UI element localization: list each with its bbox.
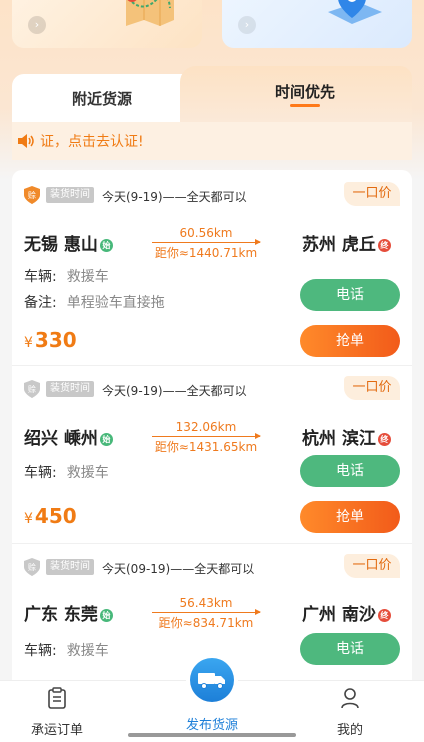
active-tab-indicator [290,104,320,107]
vehicle-row: 车辆: 救援车 [24,269,109,285]
load-time-tag: 装货时间 [46,187,94,203]
call-button[interactable]: 电话 [300,633,400,665]
price-type-tag: 一口价 [344,554,400,578]
home-indicator [128,733,296,737]
to-city: 杭州 滨江终 [302,424,391,449]
shield-icon: 赊 [24,558,40,576]
call-button[interactable]: 电话 [300,455,400,487]
price-type-tag: 一口价 [344,182,400,206]
tab-time-priority-label[interactable]: 时间优先 [275,81,335,102]
chevron-right-icon: › [28,16,46,34]
order-price: ¥450 [24,504,77,528]
svg-text:赊: 赊 [28,384,36,394]
nav-carrier-orders[interactable]: 承运订单 [7,687,107,738]
grab-order-button[interactable]: 抢单 [300,325,400,357]
end-marker: 终 [377,432,391,446]
tab-bar: 附近货源 时间优先 [12,66,412,122]
route-distance: 132.06km [175,420,237,434]
banner-map-route[interactable]: › [12,0,202,48]
order-list: 赊 装货时间 今天(9-19)——全天都可以 一口价 无锡 惠山始 60.56k… [12,170,412,680]
distance-to-you: 距你≈834.71km [158,616,254,630]
nav-publish-label[interactable]: 发布货源 [162,714,262,733]
chevron-right-icon: › [238,16,256,34]
order-card: 赊 装货时间 今天(9-19)——全天都可以 一口价 无锡 惠山始 60.56k… [12,170,412,366]
distance-to-you: 距你≈1440.71km [154,246,258,260]
from-city: 广东 东莞始 [24,600,113,625]
speaker-icon [18,134,34,148]
note-row: 备注: 单程验车直接拖 [24,295,165,311]
nav-carrier-orders-label: 承运订单 [30,723,83,738]
route-distance: 56.43km [179,596,233,610]
banner-location[interactable]: › [222,0,412,48]
start-marker: 始 [99,608,113,622]
vehicle-row: 车辆: 救援车 [24,465,109,481]
to-city: 广州 南沙终 [302,600,391,625]
shield-icon: 赊 [24,380,40,398]
call-button[interactable]: 电话 [300,279,400,311]
route-distance: 60.56km [179,226,233,240]
load-time-text: 今天(9-19)——全天都可以 [102,190,247,204]
notice-text: 证，点击去认证! [40,134,144,150]
start-marker: 始 [99,238,113,252]
order-price: ¥330 [24,328,77,352]
to-city: 苏州 虎丘终 [302,230,391,255]
map-route-icon [126,0,174,26]
start-marker: 始 [99,432,113,446]
route-arrow [152,609,261,615]
certification-notice[interactable]: 证，点击去认证! [12,122,412,160]
svg-text:赊: 赊 [28,190,36,200]
load-time-text: 今天(09-19)——全天都可以 [102,562,255,576]
distance-to-you: 距你≈1431.65km [154,440,258,454]
grab-order-button[interactable]: 抢单 [300,501,400,533]
end-marker: 终 [377,238,391,252]
svg-text:赊: 赊 [28,562,36,572]
tab-nearby-label[interactable]: 附近货源 [72,88,132,109]
route-arrow [152,239,261,245]
nav-mine-label: 我的 [336,723,363,738]
vehicle-row: 车辆: 救援车 [24,643,109,659]
nav-mine[interactable]: 我的 [300,687,400,738]
nav-publish-button[interactable] [186,654,238,706]
route-arrow [152,433,261,439]
end-marker: 终 [377,608,391,622]
from-city: 绍兴 嵊州始 [24,424,113,449]
price-type-tag: 一口价 [344,376,400,400]
truck-icon [198,673,225,689]
load-time-text: 今天(9-19)——全天都可以 [102,384,247,398]
order-card: 赊 装货时间 今天(9-19)——全天都可以 一口价 绍兴 嵊州始 132.06… [12,366,412,544]
user-icon [341,688,359,709]
from-city: 无锡 惠山始 [24,230,113,255]
load-time-tag: 装货时间 [46,381,94,397]
location-pin-icon [328,0,382,24]
load-time-tag: 装货时间 [46,559,94,575]
clipboard-icon [48,687,66,709]
shield-icon: 赊 [24,186,40,204]
